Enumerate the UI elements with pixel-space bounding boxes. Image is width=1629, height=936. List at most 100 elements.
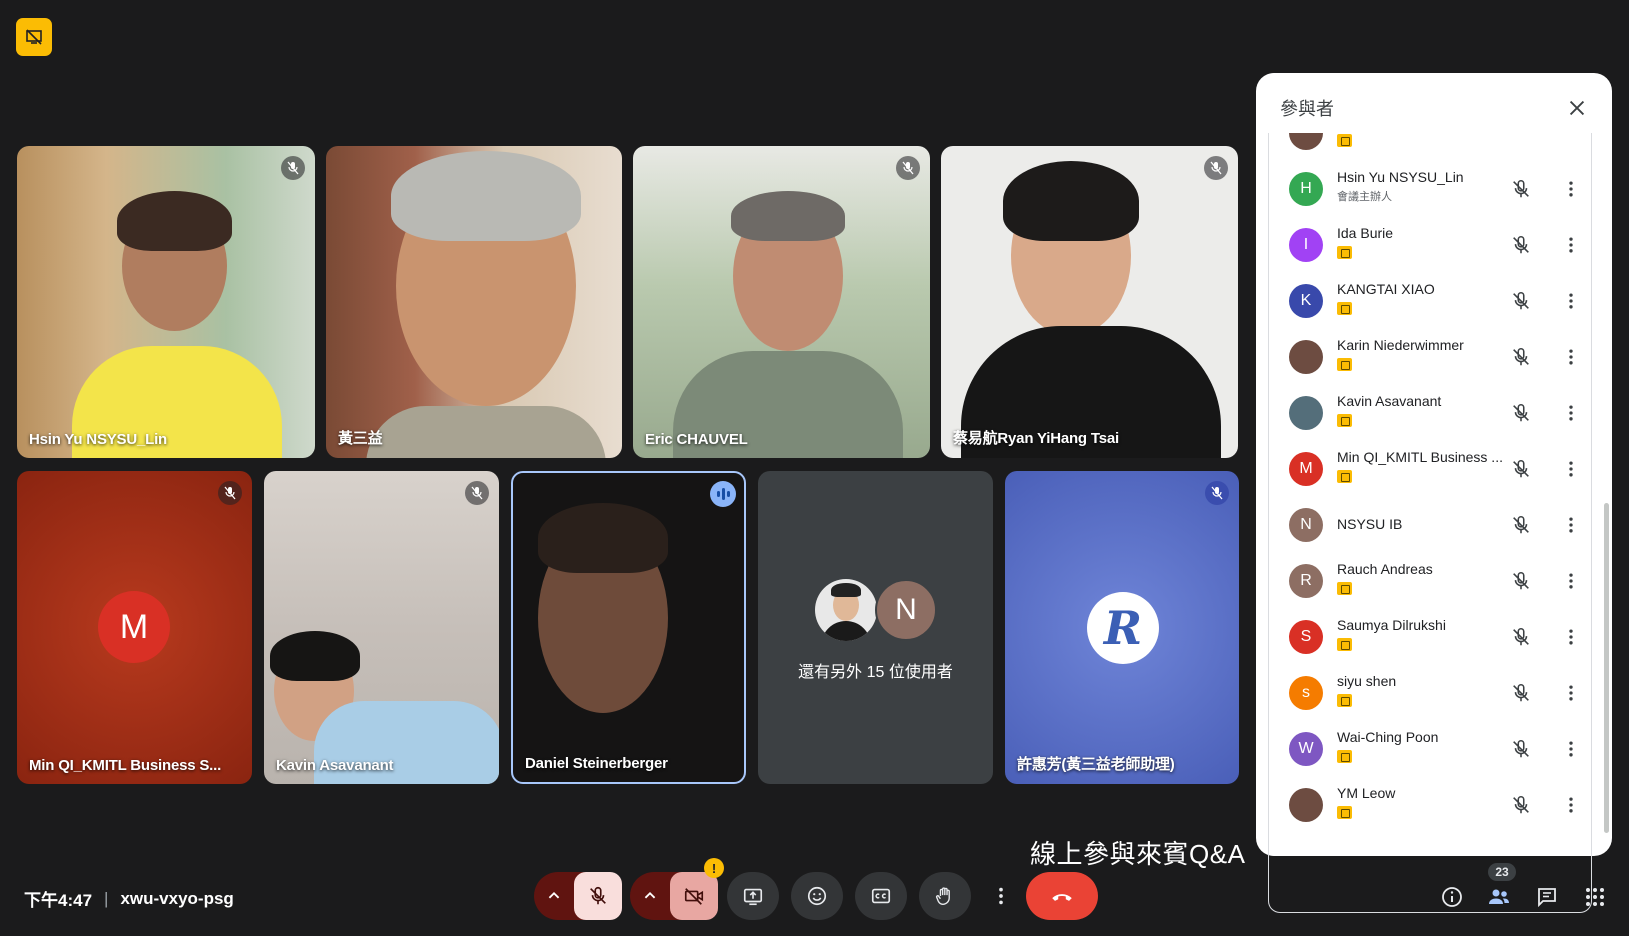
participant-name: Hsin Yu NSYSU_Lin [1337,169,1464,185]
video-tile[interactable]: R 許惠芳(黃三益老師助理) [1005,471,1239,784]
presentation-tag-icon [1337,302,1352,315]
video-tile[interactable]: Eric CHAUVEL [633,146,930,458]
more-vert-icon[interactable] [1559,513,1583,537]
camera-options-chevron-icon[interactable] [638,884,662,908]
participant-list: H Hsin Yu NSYSU_Lin 會議主辦人 I Ida Burie K KANGTA… [1268,133,1592,913]
mic-off-icon[interactable] [1509,457,1533,481]
camera-off-button[interactable] [670,872,718,920]
list-item[interactable]: K KANGTAI XIAO [1269,273,1591,329]
mic-off-icon [465,481,489,505]
tile-name: 蔡易航Ryan YiHang Tsai [953,430,1119,447]
presentation-tag-icon [1337,358,1352,371]
presentation-tag-icon [1337,638,1352,651]
mic-off-icon[interactable] [1509,177,1533,201]
video-tile[interactable]: M Min QI_KMITL Business S... [17,471,252,784]
mic-off-icon[interactable] [1509,625,1533,649]
participant-name: Ida Burie [1337,225,1394,241]
others-tile[interactable]: N 還有另外 15 位使用者 [758,471,993,784]
participant-name: Rauch Andreas [1337,561,1433,577]
more-vert-icon[interactable] [1559,289,1583,313]
avatar: H [1289,172,1323,206]
more-vert-icon[interactable] [1559,793,1583,817]
mic-off-icon[interactable] [1509,345,1533,369]
more-options-button[interactable] [987,872,1015,920]
more-vert-icon [999,887,1003,905]
avatar: K [1289,284,1323,318]
panel-title: 參與者 [1280,99,1334,119]
more-vert-icon[interactable] [1559,401,1583,425]
participant-name: Kavin Asavanant [1337,393,1442,409]
leave-call-button[interactable] [1026,872,1098,920]
video-tile[interactable]: 蔡易航Ryan YiHang Tsai [941,146,1238,458]
mic-off-icon[interactable] [1509,513,1533,537]
presentation-tag-icon [1337,414,1352,427]
list-item[interactable]: R Rauch Andreas [1269,553,1591,609]
panel-scrollbar[interactable] [1604,503,1609,833]
list-item[interactable]: W Wai-Ching Poon [1269,721,1591,777]
mic-off-icon[interactable] [1509,737,1533,761]
speaking-indicator-icon [710,481,736,507]
emoji-button[interactable] [791,872,843,920]
list-item[interactable]: Karin Niederwimmer [1269,329,1591,385]
participant-video-shirt [366,406,606,458]
captions-button[interactable] [855,872,907,920]
mic-off-icon[interactable] [1509,401,1533,425]
presentation-tag-icon [1337,470,1352,483]
tile-name: Min QI_KMITL Business S... [29,757,222,774]
video-tile[interactable]: 黃三益 [326,146,622,458]
mic-options-chevron-icon[interactable] [542,884,566,908]
more-vert-icon[interactable] [1559,625,1583,649]
presentation-tag-icon [1337,750,1352,763]
presentation-off-icon[interactable] [16,18,52,56]
video-tile[interactable]: Kavin Asavanant [264,471,499,784]
more-vert-icon[interactable] [1559,457,1583,481]
video-tile[interactable]: Hsin Yu NSYSU_Lin [17,146,315,458]
mic-off-icon [896,156,920,180]
raise-hand-button[interactable] [919,872,971,920]
participant-video-hair [731,191,845,241]
meeting-code: xwu-vxyo-psg [120,888,234,908]
presentation-tag-icon [1337,134,1352,147]
more-vert-icon[interactable] [1559,681,1583,705]
participant-name: siyu shen [1337,673,1397,689]
list-item[interactable]: Kavin Asavanant [1269,385,1591,441]
presentation-tag-icon [1337,246,1352,259]
avatar: R [1087,592,1159,664]
captions-icon [871,888,891,904]
participant-name: KANGTAI XIAO [1337,281,1435,297]
more-vert-icon[interactable] [1559,345,1583,369]
mic-off-icon[interactable] [1509,793,1533,817]
emoji-icon [807,886,827,906]
video-tile-active-speaker[interactable]: Daniel Steinerberger [511,471,746,784]
list-item[interactable]: N NSYSU IB [1269,497,1591,553]
present-screen-button[interactable] [727,872,779,920]
warning-icon: ! [704,858,724,878]
list-item[interactable]: H Hsin Yu NSYSU_Lin 會議主辦人 [1269,161,1591,217]
list-item[interactable]: M Min QI_KMITL Business ... [1269,441,1591,497]
avatar: N [1289,508,1323,542]
tile-name: Daniel Steinerberger [525,755,668,772]
camera-group: ! [630,858,724,920]
mic-off-icon[interactable] [1509,569,1533,593]
list-item[interactable]: YM Leow [1269,777,1591,833]
list-item[interactable]: s siyu shen [1269,665,1591,721]
mic-off-icon[interactable] [1509,681,1533,705]
present-screen-icon [743,888,763,906]
mic-off-icon[interactable] [1509,233,1533,257]
participant-name: YM Leow [1337,785,1396,801]
divider: | [104,888,109,908]
list-item[interactable] [1269,133,1591,161]
avatar [1289,340,1323,374]
more-vert-icon[interactable] [1559,569,1583,593]
more-vert-icon[interactable] [1559,177,1583,201]
avatar: M [98,591,170,663]
close-icon[interactable] [1564,95,1590,121]
mic-off-button[interactable] [574,872,622,920]
more-vert-icon[interactable] [1559,737,1583,761]
tile-name: 黃三益 [338,430,383,447]
list-item[interactable]: S Saumya Dilrukshi [1269,609,1591,665]
mic-off-icon[interactable] [1509,289,1533,313]
mic-off-icon [590,886,606,905]
list-item[interactable]: I Ida Burie [1269,217,1591,273]
more-vert-icon[interactable] [1559,233,1583,257]
